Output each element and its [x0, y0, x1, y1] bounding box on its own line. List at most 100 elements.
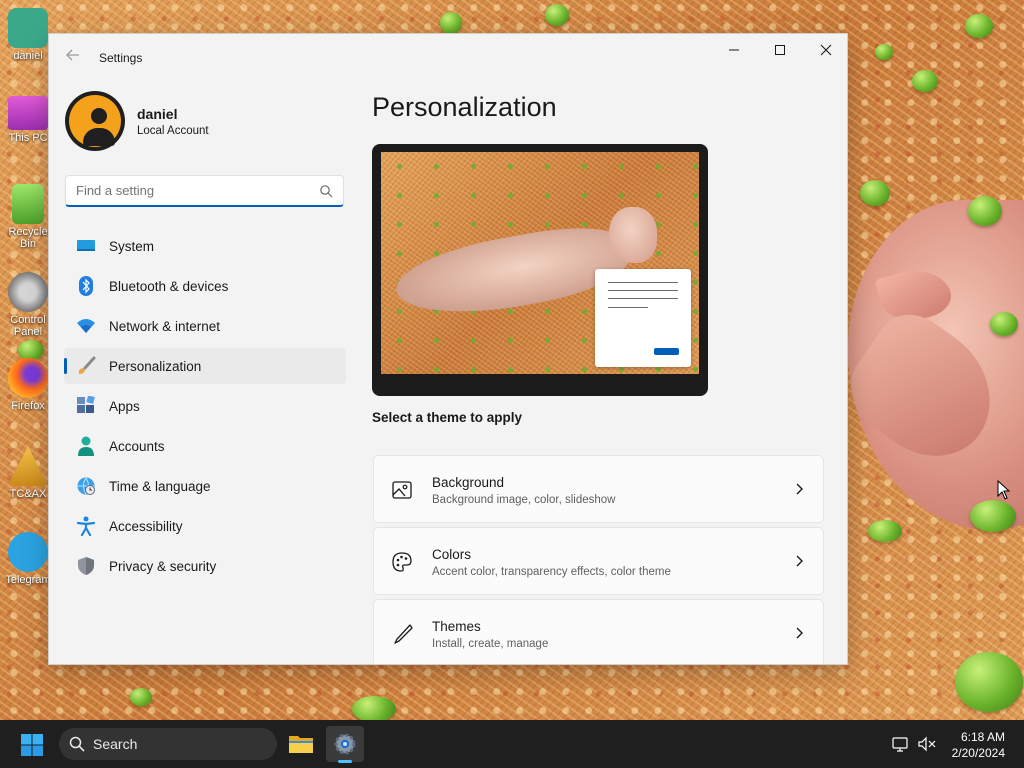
sidebar-item-bluetooth[interactable]: Bluetooth & devices — [64, 268, 346, 304]
colors-card[interactable]: Colors Accent color, transparency effect… — [373, 527, 824, 595]
account-type: Local Account — [137, 125, 209, 137]
user-folder-icon — [8, 8, 48, 48]
settings-gear-icon — [334, 733, 356, 755]
theme-preview — [372, 144, 708, 396]
theme-prompt: Select a theme to apply — [372, 410, 523, 425]
clock-date: 2/20/2024 — [951, 746, 1005, 760]
card-title: Colors — [432, 547, 472, 562]
shield-icon — [76, 556, 96, 576]
themes-card[interactable]: Themes Install, create, manage — [373, 599, 824, 664]
wallpaper-pea — [860, 180, 890, 206]
sidebar-item-label: Time & language — [109, 478, 211, 494]
firefox-icon — [8, 358, 48, 398]
picture-icon — [392, 481, 412, 499]
preview-pig-head — [609, 207, 657, 263]
monitor-icon — [76, 236, 96, 256]
wallpaper-pea — [965, 14, 993, 38]
computer-icon — [8, 96, 48, 130]
card-title: Themes — [432, 619, 481, 634]
minimize-icon — [729, 49, 739, 51]
taskbar-settings[interactable] — [326, 726, 364, 762]
control-panel-icon — [8, 272, 48, 312]
sidebar-nav: System Bluetooth & devices Network & int… — [64, 228, 346, 588]
page-title: Personalization — [372, 92, 557, 122]
wallpaper-pea — [440, 12, 462, 34]
sidebar-item-label: System — [109, 238, 155, 254]
wallpaper-pea — [868, 520, 902, 542]
wallpaper-pea — [990, 312, 1018, 336]
sidebar-item-label: Apps — [109, 398, 140, 414]
sidebar-item-personalization[interactable]: Personalization — [64, 348, 346, 384]
wallpaper-pea — [968, 196, 1002, 226]
file-explorer-icon — [289, 736, 313, 753]
close-icon — [820, 44, 832, 56]
brush-pen-icon — [394, 624, 413, 644]
card-title: Background — [432, 475, 505, 490]
network-icon[interactable] — [892, 736, 908, 752]
search-box[interactable] — [65, 175, 344, 207]
sidebar-item-label: Accounts — [109, 438, 165, 454]
sidebar-item-system[interactable]: System — [64, 228, 346, 264]
close-button[interactable] — [803, 34, 847, 66]
palette-icon — [392, 552, 412, 572]
card-description: Background image, color, slideshow — [432, 494, 616, 506]
sidebar-item-label: Accessibility — [109, 518, 183, 534]
background-card[interactable]: Background Background image, color, slid… — [373, 455, 824, 523]
avatar[interactable] — [65, 91, 125, 151]
preview-window — [595, 269, 691, 367]
taskbar-search-label: Search — [93, 736, 138, 752]
sidebar-item-privacy-security[interactable]: Privacy & security — [64, 548, 346, 584]
wallpaper-pea — [18, 340, 44, 360]
arrow-left-icon[interactable] — [63, 48, 83, 68]
sidebar-item-label: Privacy & security — [109, 558, 217, 574]
system-clock[interactable]: 6:18 AM 2/20/2024 — [952, 729, 1005, 761]
preview-wallpaper — [381, 152, 699, 374]
sidebar-item-label: Bluetooth & devices — [109, 278, 229, 294]
windows-start-icon[interactable] — [20, 733, 44, 757]
maximize-icon — [775, 45, 785, 55]
taskbar-file-explorer[interactable] — [282, 726, 320, 762]
mouse-cursor-icon — [997, 480, 1011, 500]
user-name: daniel — [137, 106, 178, 122]
tcax-icon — [8, 446, 48, 486]
wallpaper-pea — [970, 500, 1016, 532]
window-title: Settings — [99, 51, 143, 65]
sidebar-item-network[interactable]: Network & internet — [64, 308, 346, 344]
chevron-right-icon — [796, 483, 803, 495]
sidebar-item-label: Personalization — [109, 358, 202, 374]
settings-window: Settings daniel Local Account System — [48, 33, 848, 665]
wallpaper-pea — [875, 44, 893, 60]
sidebar-item-label: Network & internet — [109, 318, 221, 334]
person-icon — [76, 436, 96, 456]
telegram-icon — [8, 532, 48, 572]
search-icon — [320, 185, 333, 198]
wallpaper-pea — [912, 70, 938, 92]
clock-time: 6:18 AM — [960, 730, 1005, 744]
sidebar-item-apps[interactable]: Apps — [64, 388, 346, 424]
chevron-right-icon — [796, 627, 803, 639]
sidebar-item-accounts[interactable]: Accounts — [64, 428, 346, 464]
card-description: Accent color, transparency effects, colo… — [432, 566, 671, 578]
card-description: Install, create, manage — [432, 638, 549, 650]
sidebar-item-accessibility[interactable]: Accessibility — [64, 508, 346, 544]
minimize-button[interactable] — [711, 34, 757, 66]
wifi-icon — [76, 316, 96, 336]
search-input[interactable] — [76, 183, 306, 198]
title-bar: Settings — [49, 34, 847, 82]
taskbar-search[interactable]: Search — [59, 728, 277, 760]
preview-accent-button — [654, 348, 679, 355]
maximize-button[interactable] — [757, 34, 803, 66]
accessibility-icon — [76, 516, 96, 536]
wallpaper-pea — [130, 688, 152, 706]
bluetooth-icon — [76, 276, 96, 296]
wallpaper-pea — [955, 652, 1023, 712]
recycle-bin-icon — [12, 184, 44, 224]
volume-muted-icon[interactable] — [918, 736, 936, 752]
wallpaper-pea — [352, 696, 396, 720]
search-icon — [69, 736, 85, 752]
chevron-right-icon — [796, 555, 803, 567]
active-app-indicator — [338, 760, 352, 763]
sidebar-item-time-language[interactable]: Time & language — [64, 468, 346, 504]
paintbrush-icon — [76, 356, 96, 376]
wallpaper-pea — [545, 4, 569, 26]
